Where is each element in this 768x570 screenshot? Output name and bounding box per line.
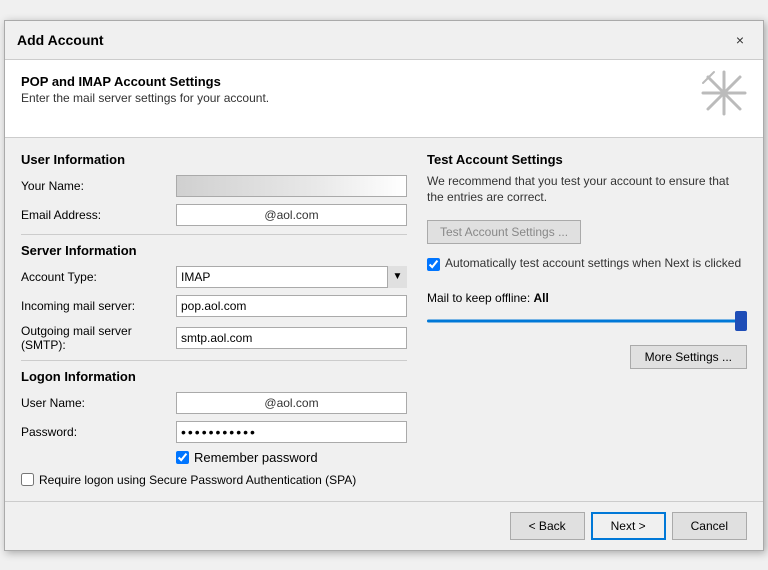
spa-row: Require logon using Secure Password Auth… — [21, 473, 407, 487]
your-name-label: Your Name: — [21, 179, 176, 193]
incoming-server-row: Incoming mail server: — [21, 295, 407, 317]
close-button[interactable]: × — [729, 29, 751, 51]
slider-thumb[interactable] — [735, 311, 747, 331]
your-name-input[interactable] — [176, 175, 407, 197]
header-icon — [701, 70, 747, 123]
outgoing-server-row: Outgoing mail server (SMTP): — [21, 324, 407, 352]
account-type-select[interactable]: IMAP POP3 — [176, 266, 407, 288]
email-row: Email Address: — [21, 204, 407, 226]
offline-slider-container — [427, 313, 747, 329]
header-subtitle: Enter the mail server settings for your … — [21, 91, 269, 105]
incoming-server-label: Incoming mail server: — [21, 299, 176, 313]
outgoing-server-input[interactable] — [176, 327, 407, 349]
account-type-select-wrapper: IMAP POP3 ▼ — [176, 266, 407, 288]
remember-password-label[interactable]: Remember password — [194, 450, 318, 465]
next-button[interactable]: Next > — [591, 512, 666, 540]
divider-1 — [21, 234, 407, 235]
back-button[interactable]: < Back — [510, 512, 585, 540]
password-row: Password: — [21, 421, 407, 443]
spa-label[interactable]: Require logon using Secure Password Auth… — [39, 473, 356, 487]
username-input[interactable] — [176, 392, 407, 414]
cancel-button[interactable]: Cancel — [672, 512, 747, 540]
offline-label: Mail to keep offline: All — [427, 291, 747, 305]
add-account-dialog: Add Account × POP and IMAP Account Setti… — [4, 20, 764, 551]
test-account-settings-button[interactable]: Test Account Settings ... — [427, 220, 581, 244]
left-panel: User Information Your Name: Email Addres… — [21, 152, 407, 487]
user-info-title: User Information — [21, 152, 407, 167]
right-panel: Test Account Settings We recommend that … — [427, 152, 747, 487]
header-section: POP and IMAP Account Settings Enter the … — [5, 60, 763, 138]
spa-checkbox[interactable] — [21, 473, 34, 486]
your-name-row: Your Name: — [21, 175, 407, 197]
more-settings-button[interactable]: More Settings ... — [630, 345, 747, 369]
incoming-server-input[interactable] — [176, 295, 407, 317]
outgoing-server-label: Outgoing mail server (SMTP): — [21, 324, 176, 352]
offline-value: All — [534, 291, 549, 305]
title-bar: Add Account × — [5, 21, 763, 60]
test-section-desc: We recommend that you test your account … — [427, 173, 747, 207]
password-input[interactable] — [176, 421, 407, 443]
header-text: POP and IMAP Account Settings Enter the … — [21, 74, 269, 105]
footer: < Back Next > Cancel — [5, 501, 763, 550]
username-row: User Name: — [21, 392, 407, 414]
username-label: User Name: — [21, 396, 176, 410]
password-label: Password: — [21, 425, 176, 439]
logon-info-title: Logon Information — [21, 369, 407, 384]
divider-2 — [21, 360, 407, 361]
email-input[interactable] — [176, 204, 407, 226]
slider-fill — [427, 320, 747, 323]
remember-password-row: Remember password — [176, 450, 407, 465]
auto-test-row: Automatically test account settings when… — [427, 256, 747, 271]
auto-test-checkbox[interactable] — [427, 258, 440, 271]
content-area: User Information Your Name: Email Addres… — [5, 138, 763, 501]
remember-password-checkbox[interactable] — [176, 451, 189, 464]
auto-test-label[interactable]: Automatically test account settings when… — [445, 256, 741, 270]
account-type-label: Account Type: — [21, 270, 176, 284]
header-title: POP and IMAP Account Settings — [21, 74, 269, 89]
offline-section: Mail to keep offline: All — [427, 291, 747, 329]
server-info-title: Server Information — [21, 243, 407, 258]
more-settings-row: More Settings ... — [427, 345, 747, 369]
account-type-row: Account Type: IMAP POP3 ▼ — [21, 266, 407, 288]
email-label: Email Address: — [21, 208, 176, 222]
dialog-title: Add Account — [17, 32, 104, 48]
test-section-title: Test Account Settings — [427, 152, 747, 167]
